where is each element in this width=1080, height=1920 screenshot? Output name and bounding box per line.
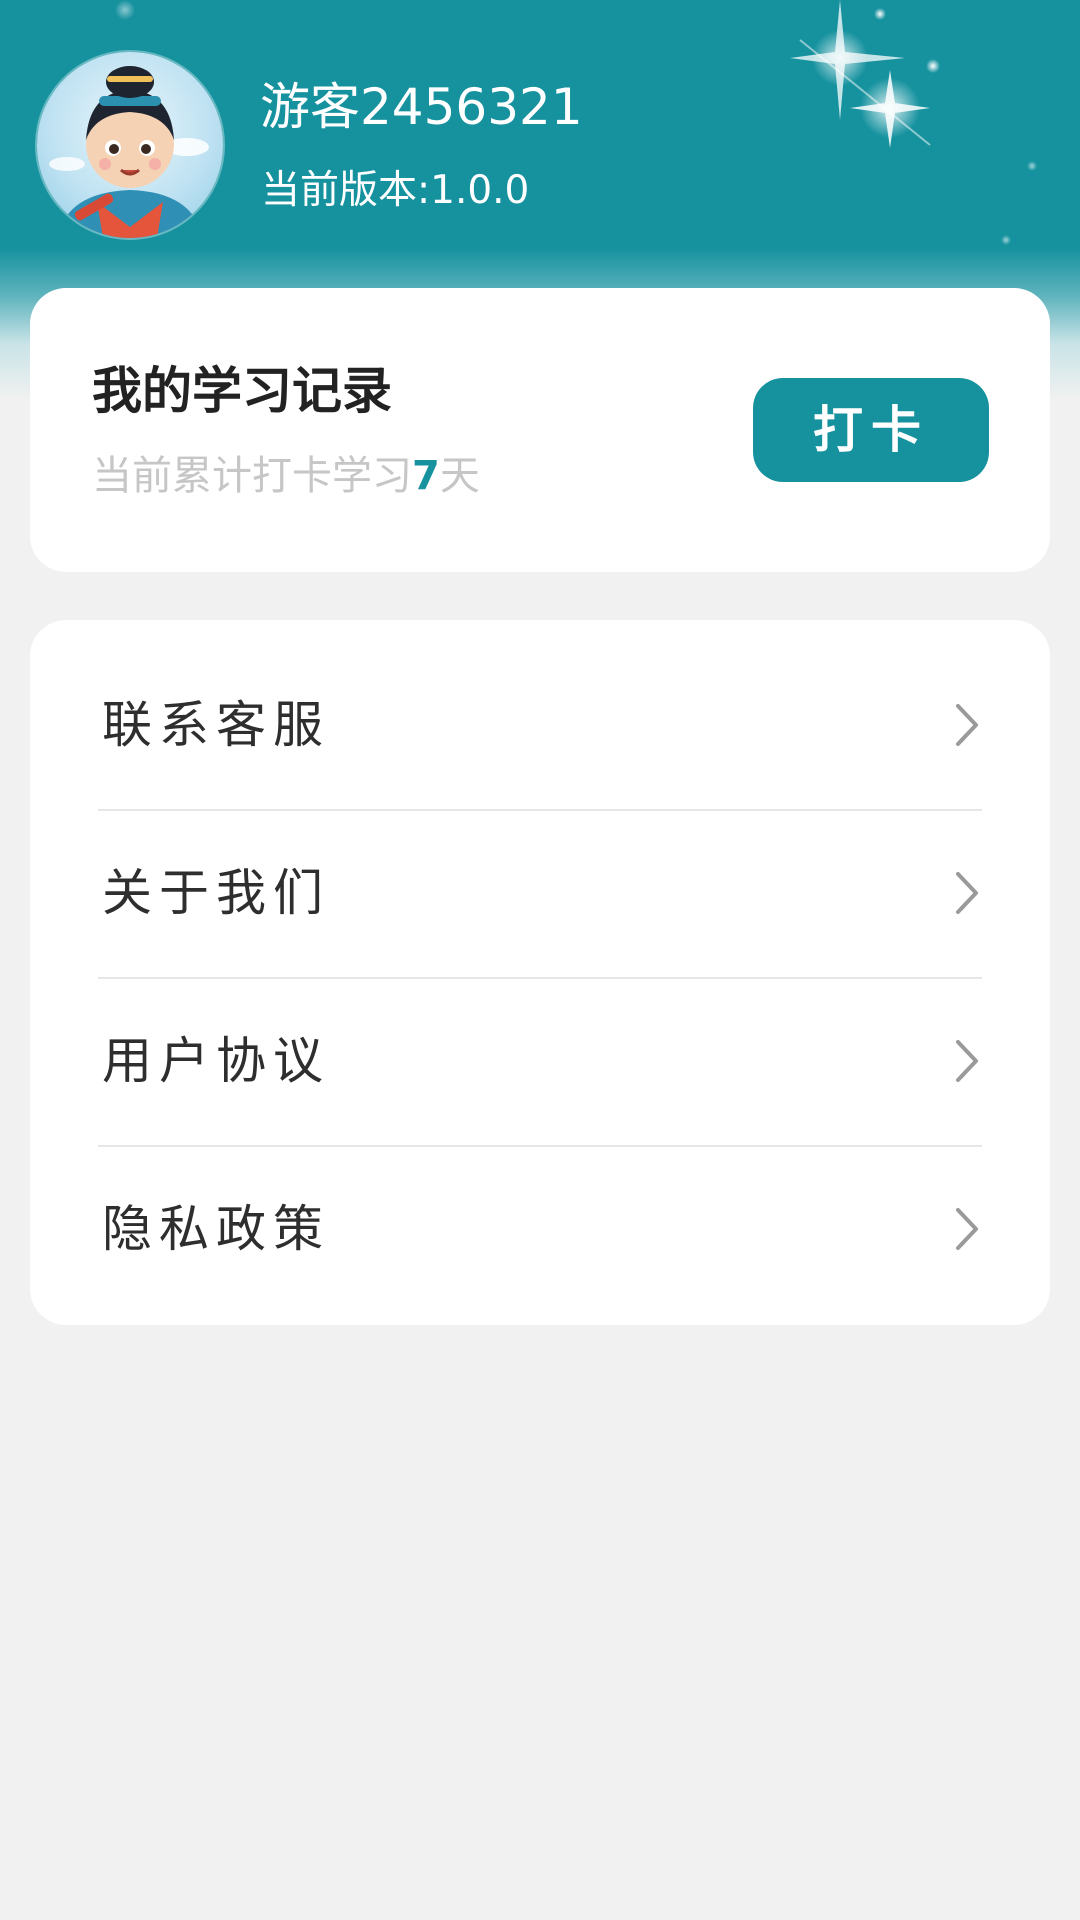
avatar[interactable] (37, 52, 223, 238)
menu-item-about-us[interactable]: 关于我们 (98, 810, 982, 977)
chevron-right-icon (956, 704, 978, 746)
chevron-right-icon (956, 872, 978, 914)
checkin-summary-suffix: 天 (439, 453, 480, 499)
menu-item-user-agreement[interactable]: 用户协议 (98, 978, 982, 1145)
menu-item-label: 联系客服 (102, 696, 330, 754)
cartoon-scholar-avatar-icon (49, 66, 209, 238)
menu-item-label: 关于我们 (102, 864, 330, 922)
checkin-button[interactable]: 打卡 (753, 378, 989, 482)
chevron-right-icon (956, 1208, 978, 1250)
checkin-days-count: 7 (412, 453, 440, 499)
chevron-right-icon (956, 1040, 978, 1082)
checkin-summary-prefix: 当前累计打卡学习 (92, 453, 412, 499)
menu-item-contact-support[interactable]: 联系客服 (98, 642, 982, 809)
menu-item-label: 用户协议 (102, 1032, 330, 1090)
username: 游客2456321 (260, 78, 583, 136)
menu-item-privacy-policy[interactable]: 隐私政策 (98, 1146, 982, 1313)
checkin-summary: 当前累计打卡学习7天 (92, 448, 480, 504)
app-version: 当前版本:1.0.0 (261, 168, 530, 213)
menu-item-label: 隐私政策 (102, 1200, 330, 1258)
study-record-title: 我的学习记录 (92, 362, 392, 420)
